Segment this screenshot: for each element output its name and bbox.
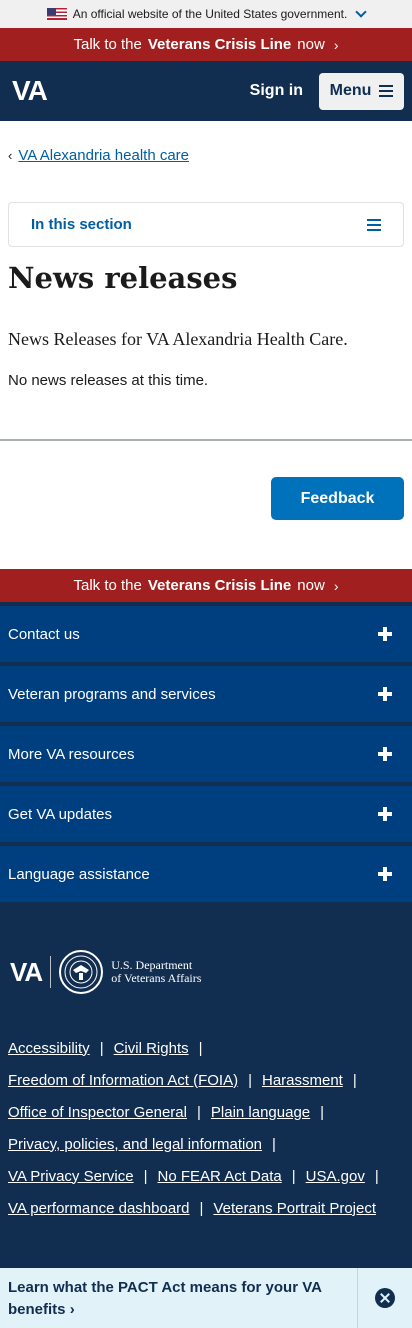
separator: |: [143, 1167, 148, 1185]
plus-icon: [378, 867, 392, 881]
page-title: News releases: [8, 261, 238, 295]
link-no-fear-act[interactable]: No FEAR Act Data: [158, 1168, 282, 1185]
link-row: Accessibility | Civil Rights |: [8, 1032, 408, 1064]
separator: |: [374, 1167, 379, 1185]
logo-divider: [50, 956, 52, 988]
breadcrumb: ‹ VA Alexandria health care: [8, 147, 412, 164]
divider: [0, 439, 412, 441]
pact-line-2: benefits: [8, 1301, 66, 1318]
link-inspector-general[interactable]: Office of Inspector General: [8, 1104, 187, 1121]
pact-act-banner: Learn what the PACT Act means for your V…: [0, 1268, 412, 1328]
separator: |: [198, 1039, 203, 1057]
crisis-line-banner[interactable]: Talk to the Veterans Crisis Line now ›: [0, 28, 412, 61]
page-intro: News Releases for VA Alexandria Health C…: [8, 329, 348, 349]
accordion-label: Veteran programs and services: [8, 685, 216, 703]
link-privacy-service[interactable]: VA Privacy Service: [8, 1168, 134, 1185]
accordion-va-updates[interactable]: Get VA updates: [0, 786, 412, 842]
crisis-prefix: Talk to the: [73, 577, 142, 594]
link-plain-language[interactable]: Plain language: [211, 1104, 310, 1121]
chevron-left-icon: ‹: [8, 148, 13, 163]
dept-line-2: of Veterans Affairs: [111, 971, 202, 985]
department-name: U.S. Department of Veterans Affairs: [111, 959, 201, 985]
site-footer: Contact us Veteran programs and services…: [0, 602, 412, 1268]
accordion-label: Get VA updates: [8, 805, 112, 823]
section-nav-label: In this section: [31, 216, 132, 233]
separator: |: [99, 1039, 104, 1057]
chevron-right-icon: ›: [333, 577, 339, 594]
chevron-down-icon: [355, 6, 367, 18]
footer-links: Accessibility | Civil Rights | Freedom of …: [8, 1032, 408, 1224]
accordion-label: Language assistance: [8, 865, 150, 883]
gov-banner[interactable]: An official website of the United States…: [0, 0, 412, 28]
link-usa-gov[interactable]: USA.gov: [306, 1168, 365, 1185]
crisis-suffix: now: [297, 36, 325, 53]
va-logo[interactable]: VA: [12, 75, 48, 107]
chevron-right-icon: ›: [333, 36, 339, 53]
separator: |: [291, 1167, 296, 1185]
dept-line-1: U.S. Department: [111, 958, 193, 972]
chevron-right-icon: ›: [69, 1301, 75, 1318]
link-civil-rights[interactable]: Civil Rights: [114, 1040, 189, 1057]
link-row: VA performance dashboard | Veterans Portr…: [8, 1192, 408, 1224]
link-row: Privacy, policies, and legal information…: [8, 1128, 408, 1160]
accordion-veteran-programs[interactable]: Veteran programs and services: [0, 666, 412, 722]
feedback-button[interactable]: Feedback: [271, 477, 404, 520]
link-accessibility[interactable]: Accessibility: [8, 1040, 90, 1057]
pact-line-1: Learn what the PACT Act means for your V…: [8, 1279, 322, 1296]
link-privacy-policies[interactable]: Privacy, policies, and legal information: [8, 1136, 262, 1153]
separator: |: [272, 1135, 276, 1153]
hamburger-icon: [367, 218, 381, 231]
separator: |: [196, 1103, 201, 1121]
breadcrumb-link[interactable]: VA Alexandria health care: [18, 147, 189, 164]
separator: |: [320, 1103, 325, 1121]
crisis-suffix: now: [297, 577, 325, 594]
crisis-bold: Veterans Crisis Line: [147, 36, 292, 53]
crisis-line-banner-footer[interactable]: Talk to the Veterans Crisis Line now ›: [0, 569, 412, 602]
crisis-prefix: Talk to the: [73, 36, 142, 53]
us-flag-icon: [46, 8, 67, 20]
accordion-label: Contact us: [8, 625, 80, 643]
close-icon: [375, 1288, 395, 1308]
gov-banner-text: An official website of the United States…: [72, 7, 348, 21]
accordion-language-assistance[interactable]: Language assistance: [0, 846, 412, 902]
empty-message: No news releases at this time.: [8, 372, 209, 389]
separator: |: [248, 1071, 252, 1089]
plus-icon: [378, 807, 392, 821]
link-row: VA Privacy Service | No FEAR Act Data | US…: [8, 1160, 408, 1192]
plus-icon: [378, 747, 392, 761]
va-seal-icon: [59, 950, 104, 994]
link-row: Freedom of Information Act (FOIA) | Haras…: [8, 1064, 408, 1096]
menu-label: Menu: [329, 82, 372, 99]
accordion-more-resources[interactable]: More VA resources: [0, 726, 412, 782]
site-header: VA Sign in Menu: [0, 61, 412, 121]
link-portrait-project[interactable]: Veterans Portrait Project: [213, 1200, 376, 1217]
footer-logo[interactable]: VA U.S. Department of Veterans Affairs: [10, 950, 201, 994]
sign-in-button[interactable]: Sign in: [250, 82, 303, 100]
plus-icon: [378, 687, 392, 701]
link-performance-dashboard[interactable]: VA performance dashboard: [8, 1200, 190, 1217]
separator: |: [352, 1071, 357, 1089]
separator: |: [199, 1199, 204, 1217]
plus-icon: [378, 627, 392, 641]
hamburger-icon: [379, 85, 394, 97]
link-foia[interactable]: Freedom of Information Act (FOIA): [8, 1072, 238, 1089]
in-this-section-toggle[interactable]: In this section: [8, 202, 404, 247]
accordion-contact-us[interactable]: Contact us: [0, 606, 412, 662]
crisis-bold: Veterans Crisis Line: [147, 577, 292, 594]
va-logo: VA: [10, 956, 43, 987]
accordion-label: More VA resources: [8, 745, 135, 763]
link-row: Office of Inspector General | Plain langu…: [8, 1096, 408, 1128]
menu-button[interactable]: Menu: [319, 72, 404, 110]
link-harassment[interactable]: Harassment: [262, 1072, 343, 1089]
pact-act-link[interactable]: Learn what the PACT Act means for your V…: [0, 1268, 358, 1328]
close-button[interactable]: [358, 1268, 412, 1328]
